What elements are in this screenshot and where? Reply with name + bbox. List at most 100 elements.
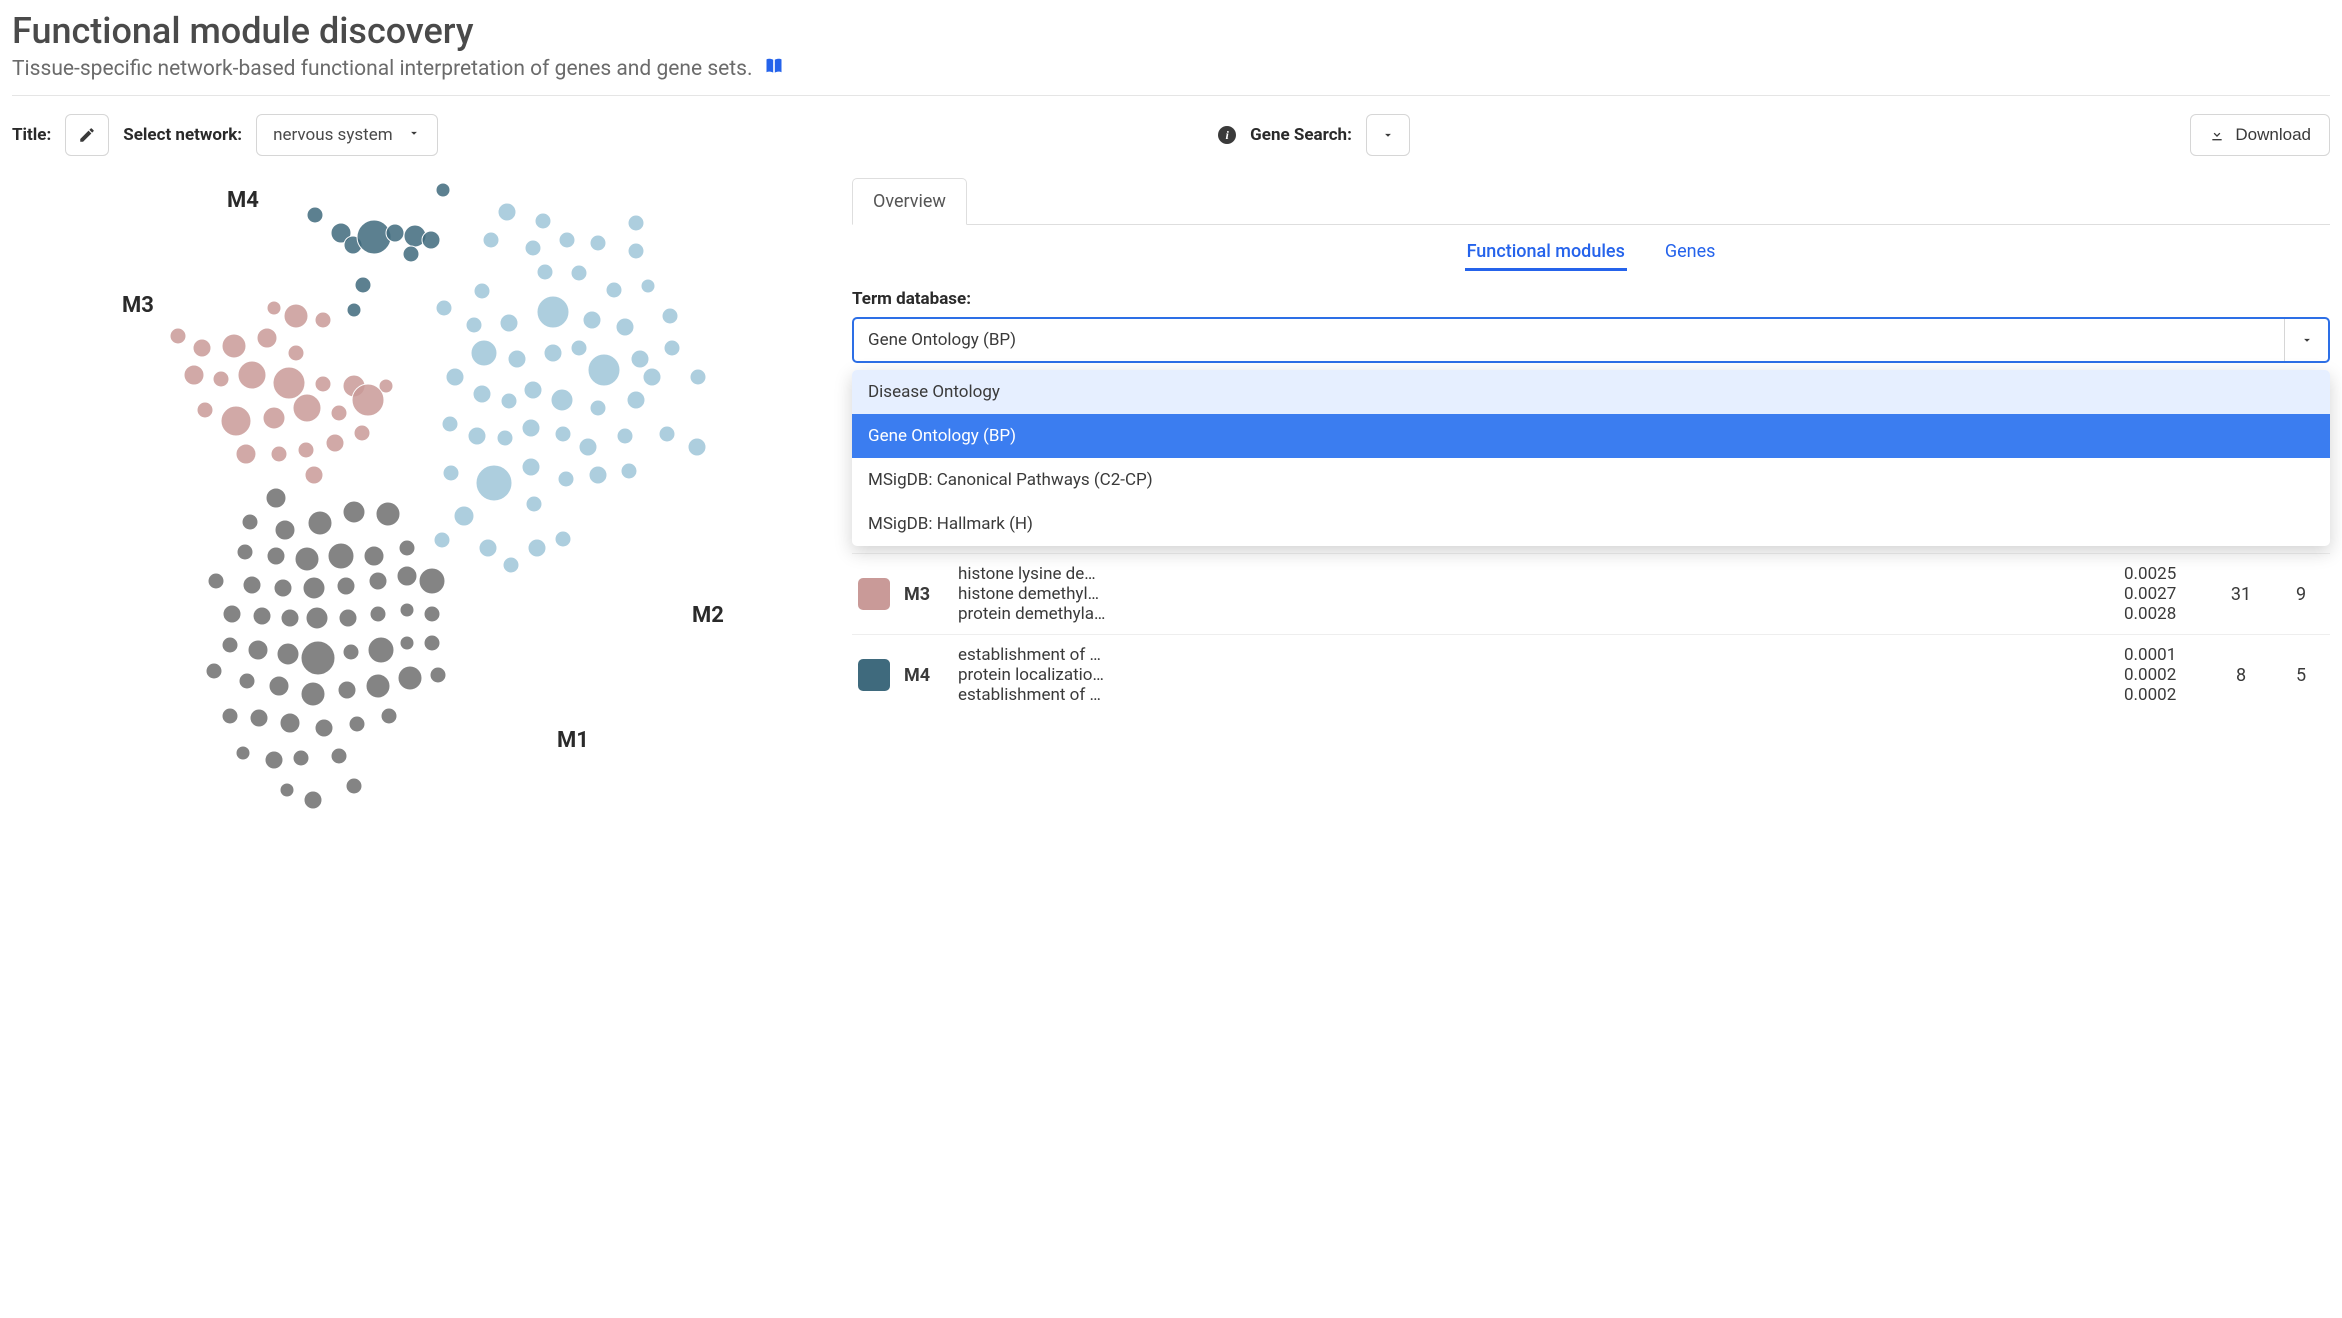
- cluster-node[interactable]: [288, 345, 304, 361]
- cluster-node[interactable]: [339, 609, 357, 627]
- cluster-node[interactable]: [558, 471, 574, 487]
- cluster-node[interactable]: [590, 400, 606, 416]
- term-database-chevron[interactable]: [2284, 319, 2328, 361]
- cluster-node[interactable]: [483, 232, 499, 248]
- cluster-node[interactable]: [643, 368, 661, 386]
- cluster-node[interactable]: [628, 215, 644, 231]
- cluster-node[interactable]: [242, 514, 258, 530]
- cluster-node[interactable]: [500, 314, 518, 332]
- cluster-node[interactable]: [522, 458, 540, 476]
- cluster-node[interactable]: [269, 676, 289, 696]
- cluster-node[interactable]: [424, 635, 440, 651]
- cluster-node[interactable]: [331, 748, 347, 764]
- cluster-node[interactable]: [301, 682, 325, 706]
- cluster-node[interactable]: [443, 465, 459, 481]
- cluster-node[interactable]: [308, 511, 332, 535]
- cluster-node[interactable]: [352, 384, 384, 416]
- cluster-node[interactable]: [222, 334, 246, 358]
- cluster-node[interactable]: [400, 603, 414, 617]
- cluster-node[interactable]: [222, 637, 238, 653]
- cluster-node[interactable]: [265, 751, 283, 769]
- cluster-node[interactable]: [337, 577, 355, 595]
- cluster-node[interactable]: [616, 318, 634, 336]
- cluster-node[interactable]: [524, 381, 542, 399]
- cluster-node[interactable]: [170, 328, 186, 344]
- cluster-node[interactable]: [197, 402, 213, 418]
- cluster-node[interactable]: [434, 532, 450, 548]
- cluster-node[interactable]: [221, 406, 251, 436]
- cluster-node[interactable]: [338, 681, 356, 699]
- term-database-select[interactable]: Gene Ontology (BP): [852, 317, 2330, 363]
- cluster-node[interactable]: [295, 547, 319, 571]
- cluster-node[interactable]: [275, 520, 295, 540]
- cluster-node[interactable]: [476, 465, 512, 501]
- cluster-node[interactable]: [304, 791, 322, 809]
- cluster-node[interactable]: [454, 506, 474, 526]
- cluster-node[interactable]: [522, 419, 540, 437]
- cluster-node[interactable]: [471, 340, 497, 366]
- cluster-node[interactable]: [222, 708, 238, 724]
- cluster-node[interactable]: [284, 304, 308, 328]
- cluster-node[interactable]: [497, 430, 513, 446]
- dropdown-option[interactable]: MSigDB: Hallmark (H): [852, 502, 2330, 546]
- cluster-node[interactable]: [376, 502, 400, 526]
- cluster-node[interactable]: [257, 328, 277, 348]
- cluster-node[interactable]: [397, 566, 417, 586]
- cluster-node[interactable]: [281, 609, 299, 627]
- cluster-node[interactable]: [571, 340, 587, 356]
- cluster-node[interactable]: [474, 283, 490, 299]
- cluster-node[interactable]: [617, 428, 633, 444]
- cluster-node[interactable]: [277, 643, 299, 665]
- cluster-node[interactable]: [306, 607, 328, 629]
- cluster-node[interactable]: [267, 301, 281, 315]
- cluster-node[interactable]: [346, 778, 362, 794]
- cluster-node[interactable]: [583, 311, 601, 329]
- cluster-node[interactable]: [631, 350, 649, 368]
- cluster-node[interactable]: [243, 576, 261, 594]
- cluster-node[interactable]: [555, 426, 571, 442]
- cluster-node[interactable]: [206, 663, 222, 679]
- cluster-scatter[interactable]: [12, 178, 832, 848]
- cluster-node[interactable]: [430, 667, 446, 683]
- cluster-node[interactable]: [501, 393, 517, 409]
- cluster-node[interactable]: [253, 607, 271, 625]
- cluster-node[interactable]: [273, 367, 305, 399]
- cluster-node[interactable]: [528, 539, 546, 557]
- cluster-node[interactable]: [641, 279, 655, 293]
- cluster-node[interactable]: [508, 350, 526, 368]
- cluster-node[interactable]: [354, 425, 370, 441]
- cluster-node[interactable]: [184, 365, 204, 385]
- cluster-node[interactable]: [250, 709, 268, 727]
- cluster-node[interactable]: [559, 232, 575, 248]
- cluster-node[interactable]: [293, 394, 321, 422]
- cluster-node[interactable]: [442, 416, 458, 432]
- dropdown-option[interactable]: Gene Ontology (BP): [852, 414, 2330, 458]
- subtab-functional-modules[interactable]: Functional modules: [1465, 235, 1627, 271]
- cluster-node[interactable]: [662, 308, 678, 324]
- cluster-node[interactable]: [280, 783, 294, 797]
- network-visualization[interactable]: M4 M3 M2 M1: [12, 178, 832, 848]
- cluster-node[interactable]: [193, 339, 211, 357]
- cluster-node[interactable]: [688, 438, 706, 456]
- cluster-node[interactable]: [263, 407, 285, 429]
- cluster-node[interactable]: [238, 361, 266, 389]
- cluster-node[interactable]: [239, 673, 255, 689]
- cluster-node[interactable]: [589, 466, 607, 484]
- cluster-node[interactable]: [535, 213, 551, 229]
- cluster-node[interactable]: [621, 463, 637, 479]
- cluster-node[interactable]: [473, 385, 491, 403]
- cluster-node[interactable]: [280, 713, 300, 733]
- cluster-node[interactable]: [343, 501, 365, 523]
- cluster-node[interactable]: [301, 641, 335, 675]
- cluster-node[interactable]: [266, 488, 286, 508]
- tab-overview[interactable]: Overview: [852, 178, 967, 225]
- cluster-node[interactable]: [446, 368, 464, 386]
- cluster-node[interactable]: [326, 434, 344, 452]
- cluster-node[interactable]: [436, 183, 450, 197]
- cluster-node[interactable]: [503, 557, 519, 573]
- cluster-node[interactable]: [349, 716, 365, 732]
- cluster-node[interactable]: [606, 282, 622, 298]
- cluster-node[interactable]: [236, 444, 256, 464]
- cluster-node[interactable]: [690, 369, 706, 385]
- cluster-node[interactable]: [369, 572, 387, 590]
